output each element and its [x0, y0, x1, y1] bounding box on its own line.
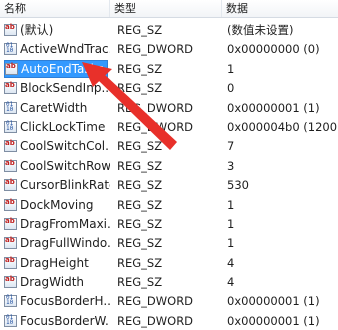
- table-row[interactable]: FocusBorderW...REG_DWORD0x00000001 (1): [0, 311, 338, 330]
- table-row[interactable]: DockMoving REG_SZ 1: [0, 195, 338, 214]
- value-name-cell[interactable]: CoolSwitchCol...: [4, 138, 110, 154]
- value-data: 4: [227, 275, 235, 290]
- value-data: 0: [227, 81, 235, 96]
- dword-value-icon: [4, 101, 17, 114]
- value-name: DragFromMaxi...: [20, 216, 110, 231]
- value-name-cell[interactable]: ClickLockTime: [4, 119, 110, 135]
- column-header-data[interactable]: 数据: [222, 0, 338, 17]
- value-type: REG_SZ: [117, 275, 163, 290]
- value-name-cell[interactable]: BlockSendInp...: [4, 80, 110, 96]
- value-name: DragHeight: [20, 255, 89, 270]
- value-data: 530: [227, 178, 249, 193]
- value-type: REG_DWORD: [117, 42, 194, 57]
- value-name: DockMoving: [20, 197, 94, 212]
- value-name-cell[interactable]: DockMoving: [4, 197, 110, 213]
- value-name-cell[interactable]: DragHeight: [4, 255, 110, 271]
- value-type: REG_SZ: [117, 81, 163, 96]
- value-name: DragWidth: [20, 275, 85, 290]
- string-value-icon: [4, 178, 17, 192]
- value-name-cell[interactable]: ActiveWndTrac...: [4, 41, 110, 57]
- value-data: 1: [227, 197, 235, 212]
- value-name-cell[interactable]: CursorBlinkRate: [4, 177, 110, 193]
- dword-value-icon: [4, 294, 17, 308]
- string-value-icon: [4, 198, 17, 211]
- string-value-icon: [4, 256, 17, 269]
- column-header: 名称 类型 数据: [0, 0, 338, 18]
- value-data: 0x00000001 (1): [227, 294, 320, 309]
- value-name: CoolSwitchRows: [20, 158, 110, 173]
- value-type: REG_DWORD: [117, 100, 194, 115]
- table-row[interactable]: AutoEndTasks REG_SZ 1: [0, 59, 338, 78]
- value-name-cell[interactable]: DragFromMaxi...: [4, 216, 110, 232]
- value-name: CoolSwitchCol...: [20, 139, 110, 154]
- value-name-cell[interactable]: (默认): [4, 22, 110, 38]
- table-row[interactable]: ClickLockTime REG_DWORD 0x000004b0 (1200): [0, 117, 338, 136]
- value-name: BlockSendInp...: [20, 81, 110, 96]
- registry-values-list: (默认) REG_SZ (数值未设置) ActiveWndTrac... REG_DWO…: [0, 20, 338, 330]
- value-type: REG_SZ: [117, 216, 163, 231]
- value-name-cell[interactable]: AutoEndTasks: [4, 59, 108, 78]
- value-name: ActiveWndTrac...: [20, 42, 110, 57]
- value-type: REG_SZ: [117, 197, 163, 212]
- value-data: (数值未设置): [227, 23, 294, 37]
- value-data: 1: [227, 236, 235, 251]
- table-row[interactable]: DragHeight REG_SZ 4: [0, 253, 338, 272]
- value-name: DragFullWindo...: [20, 236, 110, 251]
- value-name-cell[interactable]: CoolSwitchRows: [4, 158, 110, 174]
- table-row[interactable]: CursorBlinkRate REG_SZ 530: [0, 175, 338, 194]
- value-type: REG_DWORD: [117, 119, 194, 134]
- column-header-name[interactable]: 名称: [0, 0, 110, 17]
- value-type: REG_SZ: [117, 61, 163, 76]
- dword-value-icon: [4, 42, 17, 56]
- string-value-icon: [4, 81, 17, 95]
- value-name-cell[interactable]: DragFullWindo...: [4, 235, 110, 251]
- value-type: REG_SZ: [117, 139, 163, 154]
- column-header-type[interactable]: 类型: [110, 0, 222, 17]
- value-data: 0x000004b0 (1200): [227, 119, 338, 134]
- table-row[interactable]: CoolSwitchCol... REG_SZ 7: [0, 136, 338, 155]
- table-row[interactable]: DragFullWindo... REG_SZ 1: [0, 233, 338, 252]
- value-type: REG_SZ: [117, 236, 163, 251]
- value-type: REG_SZ: [117, 23, 163, 37]
- value-data: 0x00000000 (0): [227, 42, 320, 57]
- value-data: 0x00000001 (1): [227, 100, 320, 115]
- value-name: CaretWidth: [20, 100, 88, 115]
- table-row[interactable]: BlockSendInp... REG_SZ 0: [0, 78, 338, 97]
- value-name-cell[interactable]: DragWidth: [4, 274, 110, 290]
- string-value-icon: [5, 62, 18, 75]
- table-row[interactable]: DragWidth REG_SZ 4: [0, 272, 338, 291]
- string-value-icon: [4, 23, 17, 36]
- value-data: 3: [227, 158, 235, 173]
- value-name: ClickLockTime: [20, 119, 106, 134]
- table-row[interactable]: (默认) REG_SZ (数值未设置): [0, 20, 338, 39]
- value-data: 4: [227, 255, 235, 270]
- string-value-icon: [4, 159, 17, 172]
- string-value-icon: [4, 139, 17, 153]
- value-type: REG_SZ: [117, 178, 163, 193]
- value-type: REG_SZ: [117, 255, 163, 270]
- string-value-icon: [4, 217, 17, 230]
- value-data: 1: [227, 216, 235, 231]
- value-name: (默认): [20, 23, 54, 37]
- value-name: AutoEndTasks: [21, 61, 104, 76]
- table-row[interactable]: CaretWidth REG_DWORD 0x00000001 (1): [0, 98, 338, 117]
- value-name: CursorBlinkRate: [20, 178, 110, 193]
- value-name-cell[interactable]: FocusBorderH...: [4, 293, 110, 309]
- string-value-icon: [4, 236, 17, 250]
- table-row[interactable]: FocusBorderH... REG_DWORD 0x00000001 (1): [0, 291, 338, 310]
- value-type: REG_SZ: [117, 158, 163, 173]
- value-data: 1: [227, 61, 235, 76]
- value-type: REG_DWORD: [117, 294, 194, 309]
- dword-value-icon: [4, 120, 17, 133]
- value-name: FocusBorderH...: [20, 294, 110, 309]
- value-name-cell[interactable]: CaretWidth: [4, 100, 110, 116]
- table-row[interactable]: DragFromMaxi... REG_SZ 1: [0, 214, 338, 233]
- table-row[interactable]: ActiveWndTrac... REG_DWORD 0x00000000 (0): [0, 39, 338, 58]
- value-data: 7: [227, 139, 235, 154]
- string-value-icon: [4, 275, 17, 289]
- table-row[interactable]: CoolSwitchRows REG_SZ 3: [0, 156, 338, 175]
